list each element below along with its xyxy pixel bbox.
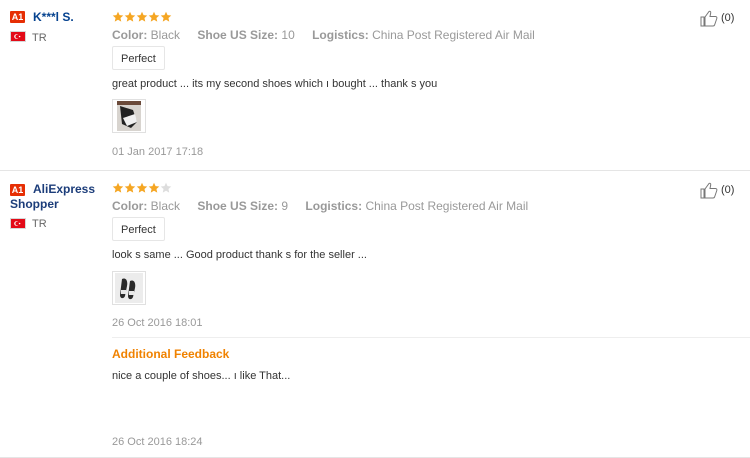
- additional-feedback-divider: [112, 337, 750, 338]
- buyer-level-badge: A1: [10, 11, 25, 23]
- review-photo-thumbnail[interactable]: [112, 99, 146, 133]
- star-filled-icon: [136, 182, 148, 193]
- review-date: 26 Oct 2016 18:01: [112, 317, 203, 329]
- star-filled-icon: [112, 11, 124, 22]
- reviewer-name[interactable]: AliExpress Shopper: [10, 182, 105, 212]
- star-filled-icon: [124, 182, 136, 193]
- star-filled-icon: [112, 182, 124, 193]
- review-text: look s same ... Good product thank s for…: [112, 249, 367, 261]
- star-filled-icon: [136, 11, 148, 22]
- review-item: A1 K***l S. TR Color: Black Shoe US Size…: [0, 0, 750, 171]
- color-label: Color:: [112, 28, 148, 42]
- helpful-count: (0): [721, 184, 735, 196]
- product-attributes: Color: Black Shoe US Size: 10 Logistics:…: [112, 28, 549, 42]
- logistics-label: Logistics:: [312, 28, 369, 42]
- star-filled-icon: [124, 11, 136, 22]
- product-attributes: Color: Black Shoe US Size: 9 Logistics: …: [112, 199, 542, 213]
- helpful-button[interactable]: (0): [700, 181, 734, 199]
- logistics-value: China Post Registered Air Mail: [365, 199, 529, 213]
- size-label: Shoe US Size:: [197, 28, 279, 42]
- rating-stars: [112, 182, 172, 195]
- review-date: 01 Jan 2017 17:18: [112, 146, 204, 158]
- additional-feedback-title: Additional Feedback: [112, 347, 230, 361]
- logistics-label: Logistics:: [305, 199, 363, 213]
- reviewer-country: TR: [32, 218, 47, 230]
- turkey-flag-icon: [10, 31, 26, 42]
- logistics-value: China Post Registered Air Mail: [372, 28, 535, 42]
- color-value: Black: [150, 28, 181, 42]
- helpful-count: (0): [721, 12, 735, 24]
- size-value: 9: [281, 199, 289, 213]
- star-filled-icon: [148, 11, 160, 22]
- color-label: Color:: [112, 199, 148, 213]
- helpful-button[interactable]: (0): [700, 9, 734, 27]
- turkey-flag-icon: [10, 218, 26, 229]
- star-filled-icon: [148, 182, 160, 193]
- star-filled-icon: [160, 11, 172, 22]
- rating-stars: [112, 11, 172, 24]
- review-text: great product ... its my second shoes wh…: [112, 78, 438, 90]
- size-label: Shoe US Size:: [197, 199, 279, 213]
- review-photo-thumbnail[interactable]: [112, 271, 146, 305]
- review-tag: Perfect: [112, 217, 165, 241]
- thumbs-up-icon: [700, 182, 718, 198]
- star-empty-icon: [160, 182, 172, 193]
- review-tag: Perfect: [112, 46, 165, 70]
- thumbs-up-icon: [700, 10, 718, 26]
- additional-feedback-text: nice a couple of shoes... ı like That...: [112, 370, 291, 382]
- reviewer-country: TR: [32, 32, 47, 44]
- additional-feedback-date: 26 Oct 2016 18:24: [112, 436, 203, 448]
- size-value: 10: [281, 28, 295, 42]
- reviewer-name[interactable]: K***l S.: [33, 10, 74, 24]
- color-value: Black: [150, 199, 181, 213]
- review-item: A1 AliExpress Shopper TR Color: Black Sh…: [0, 171, 750, 458]
